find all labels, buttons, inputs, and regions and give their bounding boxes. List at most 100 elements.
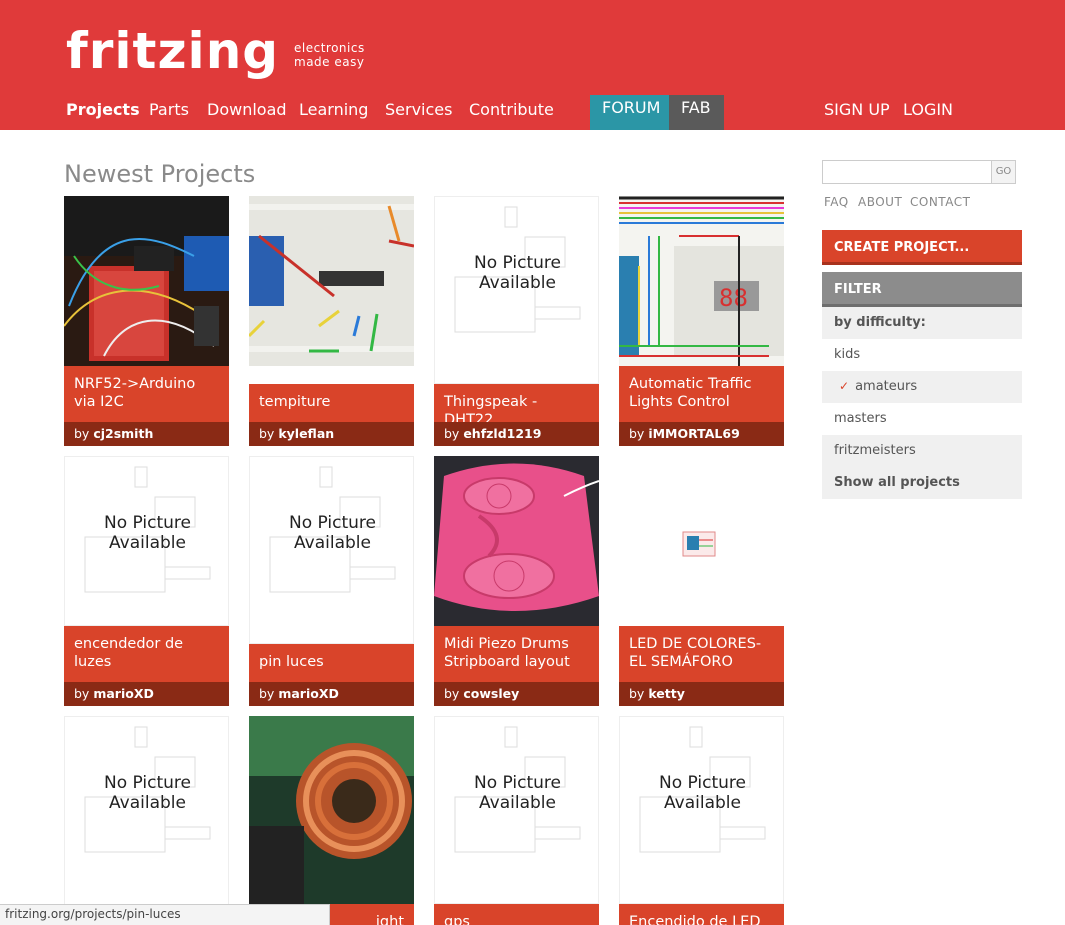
- project-card[interactable]: No Picture Available: [64, 716, 229, 925]
- signup-link[interactable]: SIGN UP: [824, 100, 890, 119]
- no-picture-line-1: No Picture: [104, 773, 191, 793]
- filter-option-masters[interactable]: masters: [822, 403, 1022, 435]
- author-name[interactable]: kyleflan: [278, 426, 334, 441]
- contact-link[interactable]: CONTACT: [910, 195, 970, 209]
- author-name[interactable]: marioXD: [93, 686, 154, 701]
- project-thumbnail[interactable]: [249, 196, 414, 384]
- nav-fab[interactable]: FAB: [669, 95, 724, 130]
- filter-option-label: amateurs: [855, 379, 918, 394]
- about-link[interactable]: ABOUT: [858, 195, 902, 209]
- no-picture-placeholder[interactable]: No Picture Available: [434, 196, 599, 384]
- nav-contribute[interactable]: Contribute: [469, 100, 554, 119]
- no-picture-text: No Picture Available: [65, 513, 228, 553]
- nav-learning[interactable]: Learning: [299, 100, 368, 119]
- project-thumbnail[interactable]: 88: [619, 196, 784, 366]
- no-picture-line-1: No Picture: [659, 773, 746, 793]
- author-name[interactable]: ehfzld1219: [463, 426, 541, 441]
- project-title[interactable]: Midi Piezo Drums Stripboard layout: [434, 626, 599, 682]
- no-picture-placeholder[interactable]: No Picture Available: [64, 456, 229, 626]
- no-picture-text: No Picture Available: [435, 773, 598, 813]
- by-label: by: [74, 686, 90, 701]
- author-name[interactable]: iMMORTAL69: [648, 426, 739, 441]
- project-author[interactable]: by cowsley: [434, 682, 599, 706]
- project-card[interactable]: No Picture Available gps: [434, 716, 599, 925]
- nav-download[interactable]: Download: [207, 100, 287, 119]
- login-link[interactable]: LOGIN: [903, 100, 953, 119]
- search-go-button[interactable]: GO: [991, 160, 1016, 184]
- project-thumbnail[interactable]: [64, 196, 229, 366]
- project-thumbnail[interactable]: [619, 456, 784, 626]
- no-picture-line-1: No Picture: [474, 773, 561, 793]
- project-title[interactable]: Thingspeak - DHT22: [434, 384, 599, 428]
- project-card[interactable]: ight: [249, 716, 414, 925]
- no-picture-line-1: No Picture: [474, 253, 561, 273]
- project-title[interactable]: Encendido de LED: [619, 904, 784, 925]
- nav-forum[interactable]: FORUM: [590, 95, 669, 130]
- project-author[interactable]: by marioXD: [249, 682, 414, 706]
- project-author[interactable]: by ehfzld1219: [434, 422, 599, 446]
- no-picture-text: No Picture Available: [250, 513, 413, 553]
- by-label: by: [629, 426, 645, 441]
- by-label: by: [259, 686, 275, 701]
- no-picture-line-1: No Picture: [289, 513, 376, 533]
- filter-difficulty-label: by difficulty:: [822, 307, 1022, 339]
- author-name[interactable]: ketty: [648, 686, 685, 701]
- author-name[interactable]: cj2smith: [93, 426, 153, 441]
- project-title[interactable]: pin luces: [249, 644, 414, 682]
- project-title[interactable]: gps: [434, 904, 599, 925]
- status-bar-url: fritzing.org/projects/pin-luces: [0, 904, 330, 925]
- project-author[interactable]: by marioXD: [64, 682, 229, 706]
- create-project-button[interactable]: CREATE PROJECT...: [822, 230, 1022, 265]
- project-card[interactable]: No Picture Available Thingspeak - DHT22 b…: [434, 196, 599, 446]
- project-title[interactable]: NRF52->Arduino via I2C: [64, 366, 229, 422]
- project-author[interactable]: by iMMORTAL69: [619, 422, 784, 446]
- by-label: by: [629, 686, 645, 701]
- nav-parts[interactable]: Parts: [149, 100, 189, 119]
- project-card[interactable]: NRF52->Arduino via I2C by cj2smith: [64, 196, 229, 446]
- no-picture-line-2: Available: [294, 533, 371, 553]
- project-card[interactable]: No Picture Available encendedor de luzes …: [64, 456, 229, 706]
- page-title: Newest Projects: [64, 160, 256, 188]
- show-all-projects-link[interactable]: Show all projects: [822, 467, 1022, 499]
- project-card[interactable]: No Picture Available Encendido de LED: [619, 716, 784, 925]
- no-picture-line-2: Available: [479, 793, 556, 813]
- project-card[interactable]: LED DE COLORES- EL SEMÁFORO by ketty: [619, 456, 784, 706]
- project-card[interactable]: 88 Automatic Traffic Lights Control by i…: [619, 196, 784, 446]
- project-card[interactable]: tempiture by kyleflan: [249, 196, 414, 446]
- tagline-line-2: made easy: [294, 55, 365, 69]
- tagline: electronics made easy: [294, 41, 365, 69]
- filter-option-amateurs[interactable]: ✓ amateurs: [822, 371, 1022, 403]
- no-picture-line-2: Available: [479, 273, 556, 293]
- no-picture-placeholder[interactable]: No Picture Available: [619, 716, 784, 904]
- project-title[interactable]: tempiture: [249, 384, 414, 422]
- no-picture-line-2: Available: [109, 793, 186, 813]
- project-card[interactable]: No Picture Available pin luces by marioXD: [249, 456, 414, 706]
- author-name[interactable]: cowsley: [463, 686, 519, 701]
- nav-projects[interactable]: Projects: [66, 100, 140, 119]
- project-author[interactable]: by ketty: [619, 682, 784, 706]
- filter-option-kids[interactable]: kids: [822, 339, 1022, 371]
- project-author[interactable]: by cj2smith: [64, 422, 229, 446]
- faq-link[interactable]: FAQ: [824, 195, 849, 209]
- project-title[interactable]: Automatic Traffic Lights Control: [619, 366, 784, 422]
- no-picture-placeholder[interactable]: No Picture Available: [64, 716, 229, 906]
- project-title[interactable]: LED DE COLORES- EL SEMÁFORO: [619, 626, 784, 682]
- author-name[interactable]: marioXD: [278, 686, 339, 701]
- nav-services[interactable]: Services: [385, 100, 452, 119]
- by-label: by: [444, 686, 460, 701]
- filter-option-fritzmeisters[interactable]: fritzmeisters: [822, 435, 1022, 467]
- project-card[interactable]: Midi Piezo Drums Stripboard layout by co…: [434, 456, 599, 706]
- no-picture-text: No Picture Available: [435, 253, 598, 293]
- no-picture-placeholder[interactable]: No Picture Available: [434, 716, 599, 904]
- tagline-line-1: electronics: [294, 41, 365, 55]
- project-thumbnail[interactable]: [249, 716, 414, 904]
- fritzing-logo[interactable]: fritzing: [66, 22, 279, 80]
- search-input[interactable]: [822, 160, 992, 184]
- no-picture-line-2: Available: [109, 533, 186, 553]
- no-picture-placeholder[interactable]: No Picture Available: [249, 456, 414, 644]
- project-author[interactable]: by kyleflan: [249, 422, 414, 446]
- project-title[interactable]: encendedor de luzes: [64, 626, 229, 682]
- no-picture-text: No Picture Available: [65, 773, 228, 813]
- project-thumbnail[interactable]: [434, 456, 599, 626]
- no-picture-line-2: Available: [664, 793, 741, 813]
